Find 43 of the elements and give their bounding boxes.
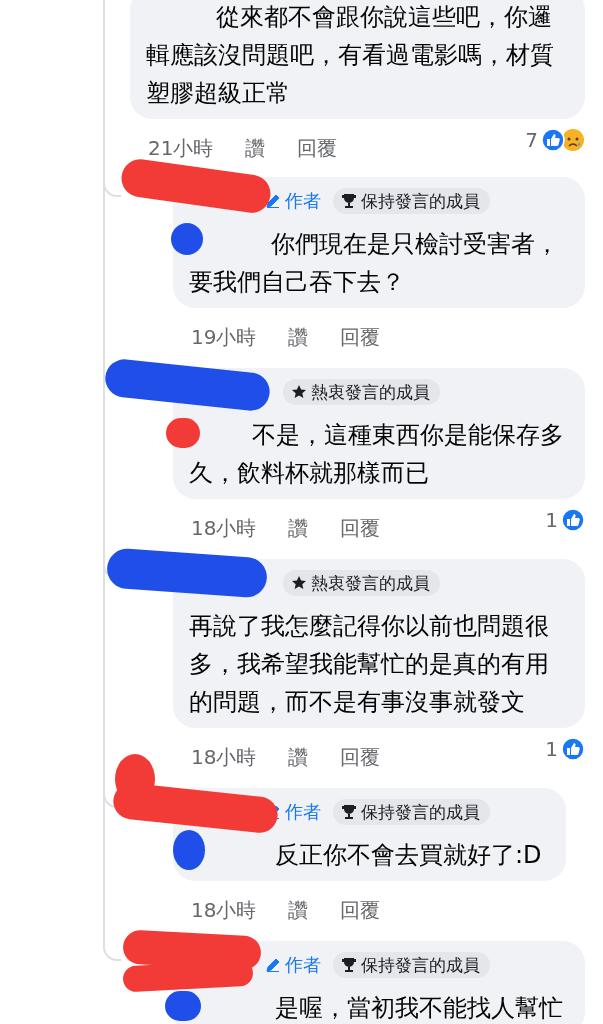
reply-link[interactable]: 回覆 [340, 514, 381, 542]
timestamp: 18小時 [191, 743, 257, 771]
like-link[interactable]: 讚 [245, 134, 266, 162]
timestamp: 19小時 [191, 323, 257, 351]
timestamp: 18小時 [191, 896, 257, 924]
pencil-icon [265, 957, 281, 973]
pencil-icon [265, 193, 281, 209]
reply-link[interactable]: 回覆 [340, 323, 381, 351]
comment-text: 你們現在是只檢討受害者，要我們自己吞下去？ [189, 229, 560, 298]
like-link[interactable]: 讚 [288, 323, 309, 351]
trophy-icon [341, 957, 357, 973]
reaction-count: 1 [545, 508, 558, 532]
like-link[interactable]: 讚 [288, 743, 309, 771]
author-label: 作者 [265, 953, 321, 977]
timestamp: 18小時 [191, 514, 257, 542]
sad-face-icon [561, 128, 585, 152]
member-badge: 熱衷發言的成員 [283, 379, 440, 405]
member-badge: 保持發言的成員 [333, 952, 490, 978]
comment-text: 從來都不會跟你說這些吧，你邏輯應該沒問題吧，有看過電影嗎，材質塑膠超級正常 [146, 2, 555, 109]
comment-text: 不是，這種東西你是能保存多久，飲料杯就那樣而已 [189, 420, 565, 489]
trophy-icon [341, 804, 357, 820]
member-badge: 熱衷發言的成員 [283, 570, 440, 596]
thumbs-up-icon [561, 508, 585, 532]
member-badge: 保持發言的成員 [333, 188, 490, 214]
comment-text: 反正你不會去買就好了:D [274, 840, 543, 871]
trophy-icon [341, 193, 357, 209]
reply-link[interactable]: 回覆 [340, 743, 381, 771]
timestamp: 21小時 [148, 134, 214, 162]
reaction-count: 7 [525, 128, 538, 152]
reaction-count: 1 [545, 737, 558, 761]
author-label: 作者 [265, 189, 321, 213]
like-link[interactable]: 讚 [288, 514, 309, 542]
member-badge: 保持發言的成員 [333, 799, 490, 825]
reply-link[interactable]: 回覆 [340, 896, 381, 924]
comment-text: 是喔，當初我不能找人幫忙 [274, 993, 564, 1024]
thumbs-up-icon [541, 128, 565, 152]
comment-text: 再說了我怎麼記得你以前也問題很多，我希望我能幫忙的是真的有用的問題，而不是有事沒事就發文 [189, 611, 550, 718]
star-icon [291, 384, 307, 400]
reply-link[interactable]: 回覆 [297, 134, 338, 162]
thumbs-up-icon [561, 737, 585, 761]
star-icon [291, 575, 307, 591]
like-link[interactable]: 讚 [288, 896, 309, 924]
redaction-mark [166, 418, 200, 448]
